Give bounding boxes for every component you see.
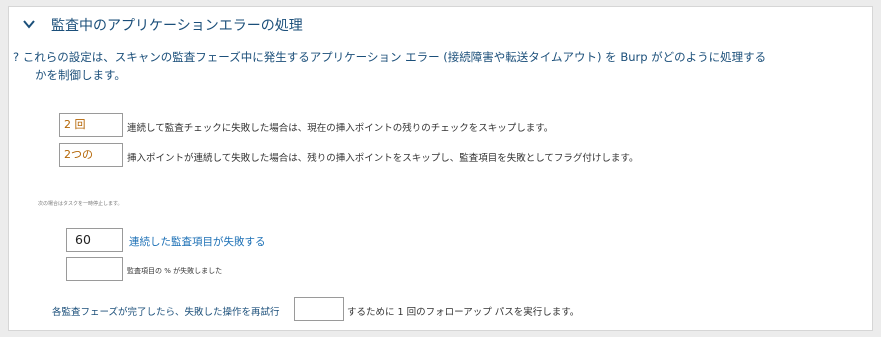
consecutive-items-label: 連続した監査項目が失敗する — [129, 236, 266, 248]
section-title: 監査中のアプリケーションエラーの処理 — [51, 18, 303, 34]
consecutive-checks-input[interactable]: 2 回 — [59, 113, 123, 137]
consecutive-points-input[interactable]: 2つの — [59, 143, 123, 167]
description-line-2: かを制御します。 — [35, 68, 126, 82]
retry-label-after: するために 1 回のフォローアップ パスを実行します。 — [347, 307, 580, 318]
description-line-1: これらの設定は、スキャンの監査フェーズ中に発生するアプリケーション エラー (接… — [22, 50, 767, 64]
section-description: ? これらの設定は、スキャンの監査フェーズ中に発生するアプリケーション エラー … — [13, 49, 766, 65]
pause-task-note: 次の場合はタスクを一時停止します。 — [38, 201, 123, 207]
consecutive-points-label: 挿入ポイントが連続して失敗した場合は、残りの挿入ポイントをスキップし、監査項目を… — [127, 153, 639, 164]
audit-error-handling-panel: 監査中のアプリケーションエラーの処理 ? これらの設定は、スキャンの監査フェーズ… — [8, 6, 873, 331]
chevron-down-icon[interactable] — [21, 16, 37, 32]
retry-input[interactable] — [294, 297, 344, 321]
consecutive-checks-label: 連続して監査チェックに失敗した場合は、現在の挿入ポイントの残りのチェックをスキッ… — [127, 123, 554, 134]
consecutive-items-input[interactable]: 60 — [66, 228, 123, 252]
help-icon[interactable]: ? — [13, 50, 19, 64]
retry-label-before: 各監査フェーズが完了したら、失敗した操作を再試行 — [52, 307, 280, 318]
percent-items-input[interactable] — [66, 257, 123, 281]
percent-items-label: 監査項目の % が失敗しました — [127, 267, 223, 275]
